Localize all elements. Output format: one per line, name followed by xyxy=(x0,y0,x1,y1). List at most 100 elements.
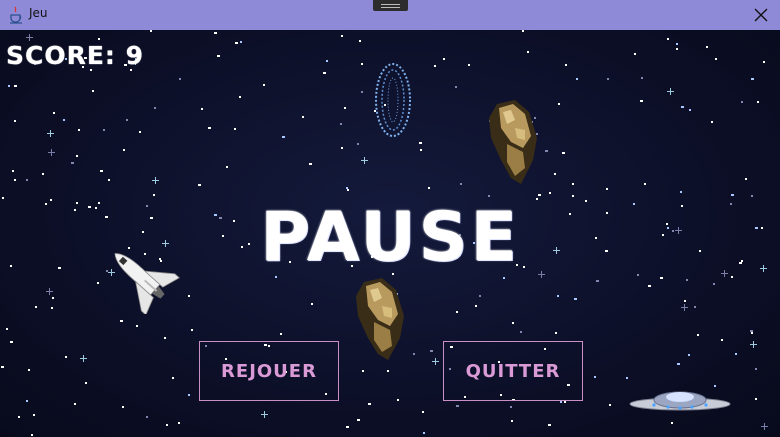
star xyxy=(234,128,236,130)
star xyxy=(239,96,241,98)
star xyxy=(555,332,557,334)
asteroid-icon xyxy=(489,100,537,184)
sparkle xyxy=(681,304,688,311)
star xyxy=(346,187,348,189)
star xyxy=(538,194,541,196)
star xyxy=(282,136,285,138)
star xyxy=(763,61,765,63)
star xyxy=(512,322,514,324)
star xyxy=(711,121,713,123)
star xyxy=(361,91,363,93)
sparkle xyxy=(152,177,159,184)
star xyxy=(362,370,364,372)
star xyxy=(166,424,168,426)
sparkle xyxy=(761,423,768,430)
score-value: 9 xyxy=(125,41,145,70)
star xyxy=(574,298,577,300)
star xyxy=(562,152,565,154)
star xyxy=(564,401,566,403)
star xyxy=(26,179,28,181)
star xyxy=(10,341,13,343)
star xyxy=(676,43,678,45)
close-button[interactable] xyxy=(742,0,780,30)
star xyxy=(741,101,743,103)
star xyxy=(606,188,608,190)
star xyxy=(344,107,346,109)
star xyxy=(71,162,74,164)
star xyxy=(522,30,524,32)
star xyxy=(78,129,80,131)
star xyxy=(164,337,166,339)
star xyxy=(721,339,723,341)
star xyxy=(122,406,124,408)
star xyxy=(108,179,110,181)
star xyxy=(53,112,55,114)
star xyxy=(302,116,304,118)
star xyxy=(26,400,28,402)
star xyxy=(51,307,53,309)
star xyxy=(178,422,180,424)
sparkle xyxy=(26,34,33,41)
java-app-icon xyxy=(10,6,22,24)
star xyxy=(359,40,361,42)
star xyxy=(179,78,181,80)
star xyxy=(226,166,228,168)
replay-button[interactable]: REJOUER xyxy=(199,341,339,401)
star xyxy=(558,103,560,105)
star xyxy=(188,394,190,396)
star xyxy=(397,399,399,401)
star xyxy=(188,295,190,297)
star xyxy=(139,131,141,133)
portal-ring-icon xyxy=(375,63,411,137)
star xyxy=(594,376,596,378)
star xyxy=(715,58,717,60)
star xyxy=(511,420,513,422)
star xyxy=(368,403,371,405)
star xyxy=(443,58,445,60)
star xyxy=(311,303,313,305)
score-display: SCORE: 9 xyxy=(6,41,144,70)
star xyxy=(52,297,54,299)
star xyxy=(731,194,734,196)
star xyxy=(361,63,363,65)
quit-button[interactable]: QUITTER xyxy=(443,341,583,401)
star xyxy=(14,179,16,181)
star xyxy=(14,120,16,122)
sparkle xyxy=(80,355,87,362)
star xyxy=(28,369,30,371)
game-canvas: SCORE: 9 PAUSE REJOUER QUITTER xyxy=(0,30,780,437)
star xyxy=(136,325,138,327)
star xyxy=(479,295,481,297)
star xyxy=(460,183,462,185)
star xyxy=(676,48,678,50)
star xyxy=(413,353,415,355)
star xyxy=(688,354,690,356)
star xyxy=(751,332,753,334)
star xyxy=(263,84,265,86)
star xyxy=(201,108,203,110)
star xyxy=(686,279,688,281)
star xyxy=(422,411,424,413)
star xyxy=(14,85,17,87)
star xyxy=(12,170,14,172)
star xyxy=(456,405,459,407)
star xyxy=(126,119,128,121)
star xyxy=(684,300,686,302)
star xyxy=(235,42,238,44)
star xyxy=(634,53,636,55)
titlebar-grip-handle[interactable] xyxy=(373,0,408,11)
sparkle xyxy=(667,88,674,95)
star xyxy=(545,150,548,152)
sparkle xyxy=(48,149,55,156)
sparkle xyxy=(47,130,54,137)
star xyxy=(76,155,78,157)
star xyxy=(706,46,708,48)
star xyxy=(208,127,211,129)
star xyxy=(554,173,556,175)
star xyxy=(527,51,529,53)
star xyxy=(572,195,574,197)
star xyxy=(648,285,651,287)
star xyxy=(751,78,754,80)
close-icon xyxy=(754,8,768,22)
star xyxy=(644,183,646,185)
